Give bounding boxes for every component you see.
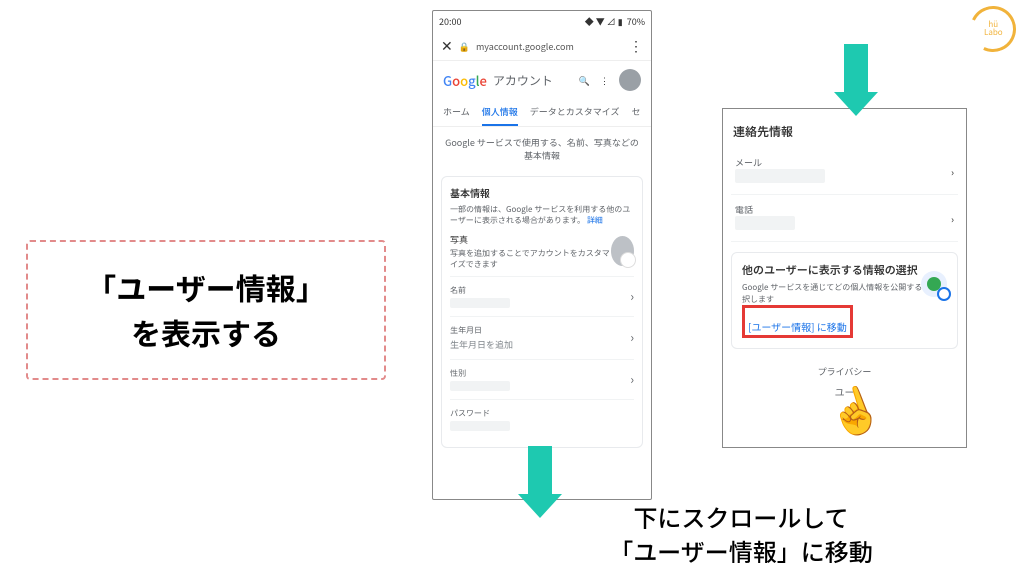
header-menu-icon[interactable]: ⋮	[600, 74, 609, 87]
intro-text: Google サービスで使用する、名前、写真などの基本情報	[433, 127, 651, 172]
google-logo: Google	[443, 71, 487, 90]
row-dob[interactable]: 生年月日生年月日を追加 ›	[450, 316, 634, 359]
row-gender[interactable]: 性別 ›	[450, 359, 634, 399]
chevron-right-icon: ›	[951, 211, 954, 226]
instruction-line-2: を表示する	[131, 310, 281, 355]
arrow-down-icon	[836, 44, 876, 116]
tab-data-customize[interactable]: データとカスタマイズ	[530, 99, 620, 126]
privacy-text: プライバシー	[731, 365, 958, 378]
basic-info-title: 基本情報	[450, 185, 634, 200]
browser-url-bar: ✕ 🔒 myaccount.google.com ⋮	[433, 32, 651, 61]
row-email[interactable]: メール ›	[731, 148, 958, 195]
photo-label: 写真	[450, 233, 611, 246]
instruction-box: 「ユーザー情報」 を表示する	[26, 240, 386, 380]
photo-sub: 写真を追加することでアカウントをカスタマイズできます	[450, 248, 611, 270]
chevron-right-icon: ›	[951, 164, 954, 179]
row-name[interactable]: 名前 ›	[450, 276, 634, 316]
status-battery: 70%	[627, 15, 645, 28]
contact-info-panel: 連絡先情報 メール › 電話 › 他のユーザーに表示する情報の選択 Google…	[722, 108, 967, 448]
phone-screenshot: 20:00 ◆ ▼ ⊿ ▮ 70% ✕ 🔒 myaccount.google.c…	[432, 10, 652, 500]
basic-info-card: 基本情報 一部の情報は、Google サービスを利用する他のユーザーに表示される…	[441, 176, 643, 448]
row-password[interactable]: パスワード	[450, 399, 634, 439]
basic-info-sub: 一部の情報は、Google サービスを利用する他のユーザーに表示される場合があり…	[450, 204, 634, 226]
password-label: パスワード	[450, 408, 510, 419]
dob-value: 生年月日を追加	[450, 338, 513, 351]
browser-menu-icon[interactable]: ⋮	[629, 36, 643, 56]
details-link[interactable]: 詳細	[587, 215, 603, 226]
visibility-card: 他のユーザーに表示する情報の選択 Google サービスを通じてどの個人情報を公…	[731, 252, 958, 349]
phone-value-redacted	[735, 216, 795, 230]
email-label: メール	[735, 156, 825, 169]
gender-label: 性別	[450, 368, 510, 379]
status-bar: 20:00 ◆ ▼ ⊿ ▮ 70%	[433, 11, 651, 32]
url-text[interactable]: myaccount.google.com	[476, 40, 623, 53]
user-magnify-icon	[921, 271, 947, 297]
chevron-right-icon: ›	[630, 288, 634, 305]
contact-info-title: 連絡先情報	[733, 123, 956, 140]
dob-label: 生年月日	[450, 325, 513, 336]
row-phone[interactable]: 電話 ›	[731, 195, 958, 242]
status-icons: ◆ ▼ ⊿ ▮	[585, 15, 623, 28]
google-account-header: Google アカウント 🔍 ⋮	[433, 61, 651, 99]
header-title: アカウント	[493, 72, 553, 89]
chevron-right-icon: ›	[630, 371, 634, 388]
tab-personal-info[interactable]: 個人情報	[482, 99, 518, 126]
visibility-title: 他のユーザーに表示する情報の選択	[742, 263, 947, 278]
name-value-redacted	[450, 298, 510, 308]
name-label: 名前	[450, 285, 510, 296]
caption-line-1: 下にスクロールして	[506, 500, 976, 534]
lock-icon: 🔒	[459, 40, 470, 53]
cutoff-text: ユー	[731, 384, 958, 399]
avatar[interactable]	[619, 69, 641, 91]
brand-logo: hüLabo	[964, 0, 1023, 58]
tabs: ホーム 個人情報 データとカスタマイズ セ	[433, 99, 651, 127]
instruction-line-1: 「ユーザー情報」	[86, 265, 325, 310]
tab-security[interactable]: セ	[631, 99, 640, 126]
password-value-redacted	[450, 421, 510, 431]
photo-avatar-icon	[611, 236, 634, 266]
goto-user-info-highlight: [ユーザー情報] に移動	[742, 305, 853, 338]
caption-line-2: 「ユーザー情報」に移動	[506, 534, 976, 568]
visibility-sub: Google サービスを通じてどの個人情報を公開するかを選択します	[742, 282, 947, 304]
gender-value-redacted	[450, 381, 510, 391]
tab-home[interactable]: ホーム	[443, 99, 470, 126]
goto-user-info-link[interactable]: [ユーザー情報] に移動	[748, 319, 847, 334]
search-icon[interactable]: 🔍	[579, 74, 590, 87]
email-value-redacted	[735, 169, 825, 183]
chevron-right-icon: ›	[630, 329, 634, 346]
bottom-caption: 下にスクロールして 「ユーザー情報」に移動	[506, 500, 976, 567]
phone-label: 電話	[735, 203, 795, 216]
close-icon[interactable]: ✕	[441, 36, 453, 56]
row-photo[interactable]: 写真 写真を追加することでアカウントをカスタマイズできます	[450, 227, 634, 276]
status-time: 20:00	[439, 15, 461, 28]
